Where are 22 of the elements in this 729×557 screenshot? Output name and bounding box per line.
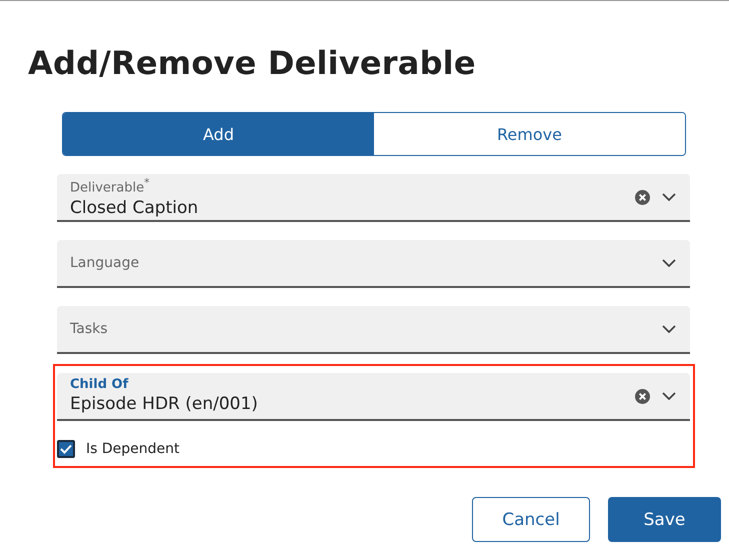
cancel-button[interactable]: Cancel <box>472 497 590 542</box>
field-label: Child Of <box>70 377 130 393</box>
chevron-down-icon[interactable] <box>662 325 676 333</box>
checkbox-label: Is Dependent <box>86 441 180 457</box>
save-button[interactable]: Save <box>608 497 721 542</box>
field-label: Deliverable$^{*}$ <box>70 175 151 197</box>
field-label: Tasks <box>70 321 109 337</box>
select-field[interactable]: Tasks <box>57 306 690 354</box>
mode-tab[interactable]: Add <box>63 113 374 155</box>
chevron-down-icon[interactable] <box>662 392 676 400</box>
field-value: Closed Caption <box>70 196 200 219</box>
chevron-down-icon[interactable] <box>662 193 676 201</box>
select-field[interactable]: Language <box>57 240 690 288</box>
select-field[interactable]: Deliverable$^{*}$ Closed Caption <box>57 174 690 222</box>
field-value: Episode HDR (en/001) <box>70 393 259 415</box>
dialog-title: Add/Remove Deliverable <box>28 43 477 83</box>
checkbox[interactable] <box>57 440 75 458</box>
field-label: Language <box>70 255 140 271</box>
clear-icon[interactable] <box>635 388 650 404</box>
chevron-down-icon[interactable] <box>662 259 676 267</box>
clear-icon[interactable] <box>635 190 650 204</box>
select-field[interactable]: Child Of Episode HDR (en/001) <box>57 373 690 421</box>
